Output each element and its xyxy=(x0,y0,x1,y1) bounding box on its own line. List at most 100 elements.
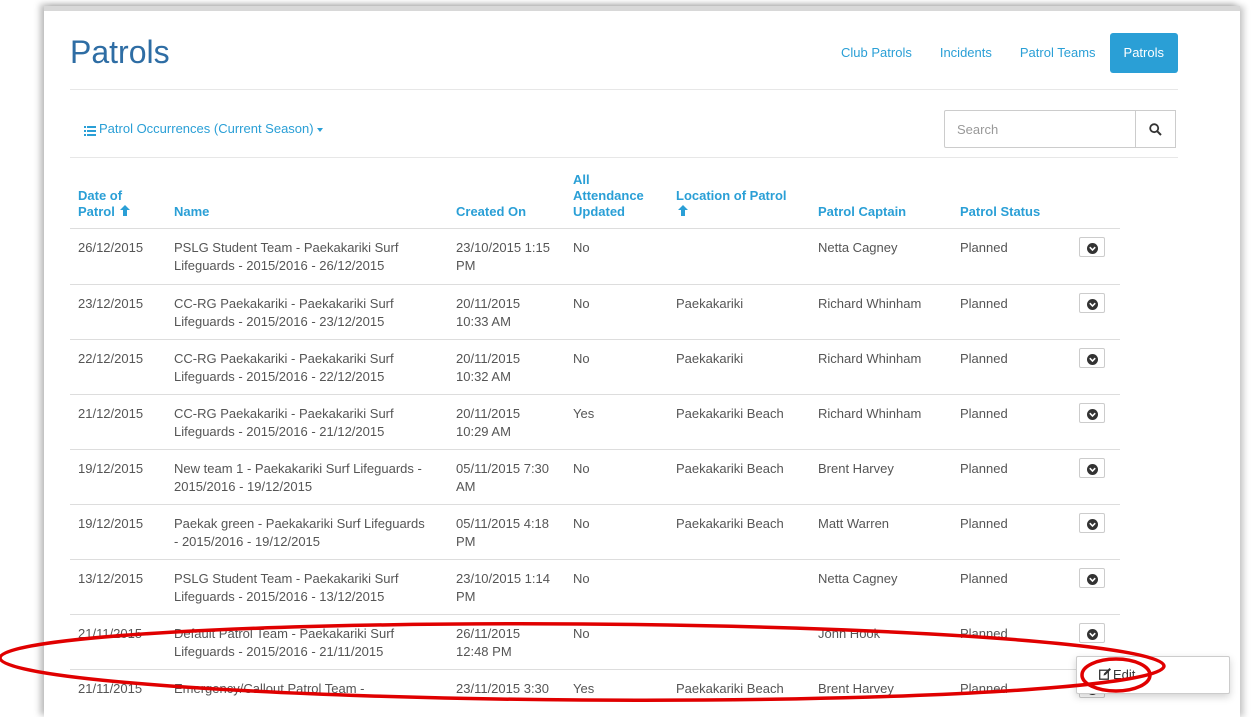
col-header-captain[interactable]: Patrol Captain xyxy=(810,172,952,229)
cell-created: 23/10/2015 1:15 PM xyxy=(448,228,565,285)
cell-name: CC-RG Paekakariki - Paekakariki Surf Life… xyxy=(166,284,448,340)
nav-club-patrols[interactable]: Club Patrols xyxy=(827,33,926,73)
cell-created: 05/11/2015 7:30 AM xyxy=(448,449,565,505)
view-selector-label: Patrol Occurrences (Current Season) xyxy=(99,121,314,136)
chevron-down-circle-icon xyxy=(1086,299,1098,310)
table-row: 21/11/2015 Default Patrol Team - Paekakar… xyxy=(70,614,1120,670)
cell-status: Planned xyxy=(952,394,1071,450)
cell-location xyxy=(668,559,810,615)
cell-location: Paekakariki Beach xyxy=(668,394,810,450)
top-nav: Club Patrols Incidents Patrol Teams Patr… xyxy=(827,33,1178,73)
patrols-page: Patrols Club Patrols Incidents Patrol Te… xyxy=(44,6,1240,717)
chevron-down-circle-icon xyxy=(1086,464,1098,475)
patrols-table: Date of Patrol Name Created On All Attenda… xyxy=(70,172,1120,710)
cell-captain: John Hook xyxy=(810,614,952,670)
cell-date: 19/12/2015 xyxy=(70,449,166,505)
edit-menu-item[interactable]: Edit xyxy=(1099,667,1135,682)
table-row: 22/12/2015 CC-RG Paekakariki - Paekakarik… xyxy=(70,339,1120,395)
cell-actions xyxy=(1071,504,1120,560)
table-row: 26/12/2015 PSLG Student Team - Paekakarik… xyxy=(70,228,1120,285)
col-header-name[interactable]: Name xyxy=(166,172,448,229)
cell-created: 05/11/2015 4:18 PM xyxy=(448,504,565,560)
search-input[interactable] xyxy=(944,110,1136,148)
arrow-up-icon xyxy=(678,204,688,220)
nav-patrol-teams[interactable]: Patrol Teams xyxy=(1006,33,1110,73)
cell-captain: Brent Harvey xyxy=(810,449,952,505)
cell-name: PSLG Student Team - Paekakariki Surf Life… xyxy=(166,228,448,285)
list-icon xyxy=(84,124,96,136)
nav-incidents[interactable]: Incidents xyxy=(926,33,1006,73)
cell-actions xyxy=(1071,284,1120,340)
table-row: 19/12/2015 New team 1 - Paekakariki Surf … xyxy=(70,449,1120,505)
cell-created: 26/11/2015 12:48 PM xyxy=(448,614,565,670)
cell-location: Paekakariki xyxy=(668,284,810,340)
edit-icon xyxy=(1099,668,1111,680)
cell-date: 21/11/2015 xyxy=(70,614,166,670)
search-button[interactable] xyxy=(1136,110,1176,148)
chevron-down-circle-icon xyxy=(1086,354,1098,365)
row-actions-button[interactable] xyxy=(1079,568,1105,588)
view-selector-dropdown[interactable]: Patrol Occurrences (Current Season) xyxy=(84,121,323,136)
cell-attendance: No xyxy=(565,284,668,340)
cell-created: 20/11/2015 10:29 AM xyxy=(448,394,565,450)
col-header-location[interactable]: Location of Patrol xyxy=(668,172,810,229)
cell-created: 20/11/2015 10:33 AM xyxy=(448,284,565,340)
cell-captain: Richard Whinham xyxy=(810,394,952,450)
cell-name: Paekak green - Paekakariki Surf Lifeguar… xyxy=(166,504,448,560)
cell-attendance: Yes xyxy=(565,394,668,450)
cell-name: CC-RG Paekakariki - Paekakariki Surf Life… xyxy=(166,394,448,450)
col-header-attendance[interactable]: All Attendance Updated xyxy=(565,172,668,229)
cell-location: Paekakariki Beach xyxy=(668,504,810,560)
cell-status: Planned xyxy=(952,669,1071,710)
table-row: 19/12/2015 Paekak green - Paekakariki Sur… xyxy=(70,504,1120,560)
cell-status: Planned xyxy=(952,449,1071,505)
cell-name: PSLG Student Team - Paekakariki Surf Life… xyxy=(166,559,448,615)
cell-created: 23/10/2015 1:14 PM xyxy=(448,559,565,615)
cell-status: Planned xyxy=(952,228,1071,285)
cell-captain: Netta Cagney xyxy=(810,228,952,285)
col-header-date[interactable]: Date of Patrol xyxy=(70,172,166,229)
table-row: 23/12/2015 CC-RG Paekakariki - Paekakarik… xyxy=(70,284,1120,340)
cell-location: Paekakariki xyxy=(668,339,810,395)
cell-date: 26/12/2015 xyxy=(70,228,166,285)
chevron-down-circle-icon xyxy=(1086,243,1098,254)
cell-date: 13/12/2015 xyxy=(70,559,166,615)
row-actions-button[interactable] xyxy=(1079,237,1105,257)
cell-date: 21/12/2015 xyxy=(70,394,166,450)
row-actions-button[interactable] xyxy=(1079,513,1105,533)
cell-captain: Richard Whinham xyxy=(810,339,952,395)
cell-location xyxy=(668,228,810,285)
search-icon xyxy=(1149,122,1162,136)
row-actions-button[interactable] xyxy=(1079,623,1105,643)
cell-name: CC-RG Paekakariki - Paekakariki Surf Life… xyxy=(166,339,448,395)
table-row: 21/12/2015 CC-RG Paekakariki - Paekakarik… xyxy=(70,394,1120,450)
cell-attendance: No xyxy=(565,339,668,395)
cell-actions xyxy=(1071,559,1120,615)
cell-created: 20/11/2015 10:32 AM xyxy=(448,339,565,395)
nav-patrols[interactable]: Patrols xyxy=(1109,33,1178,73)
cell-captain: Netta Cagney xyxy=(810,559,952,615)
window-top-border xyxy=(44,6,1240,11)
cell-name: New team 1 - Paekakariki Surf Lifeguards… xyxy=(166,449,448,505)
cell-location: Paekakariki Beach xyxy=(668,669,810,710)
row-actions-button[interactable] xyxy=(1079,403,1105,423)
cell-actions xyxy=(1071,394,1120,450)
cell-actions xyxy=(1071,339,1120,395)
row-actions-button[interactable] xyxy=(1079,458,1105,478)
cell-attendance: No xyxy=(565,504,668,560)
row-actions-button[interactable] xyxy=(1079,348,1105,368)
cell-attendance: Yes xyxy=(565,669,668,710)
cell-status: Planned xyxy=(952,504,1071,560)
row-actions-button[interactable] xyxy=(1079,293,1105,313)
col-header-created[interactable]: Created On xyxy=(448,172,565,229)
cell-attendance: No xyxy=(565,228,668,285)
cell-date: 21/11/2015 xyxy=(70,669,166,710)
cell-captain: Brent Harvey xyxy=(810,669,952,710)
col-header-status[interactable]: Patrol Status xyxy=(952,172,1071,229)
cell-created: 23/11/2015 3:30 xyxy=(448,669,565,710)
table-header-row: Date of Patrol Name Created On All Attenda… xyxy=(70,172,1120,229)
caret-down-icon xyxy=(316,127,323,132)
col-header-actions xyxy=(1071,172,1120,229)
cell-attendance: No xyxy=(565,559,668,615)
page-title: Patrols xyxy=(70,34,170,70)
